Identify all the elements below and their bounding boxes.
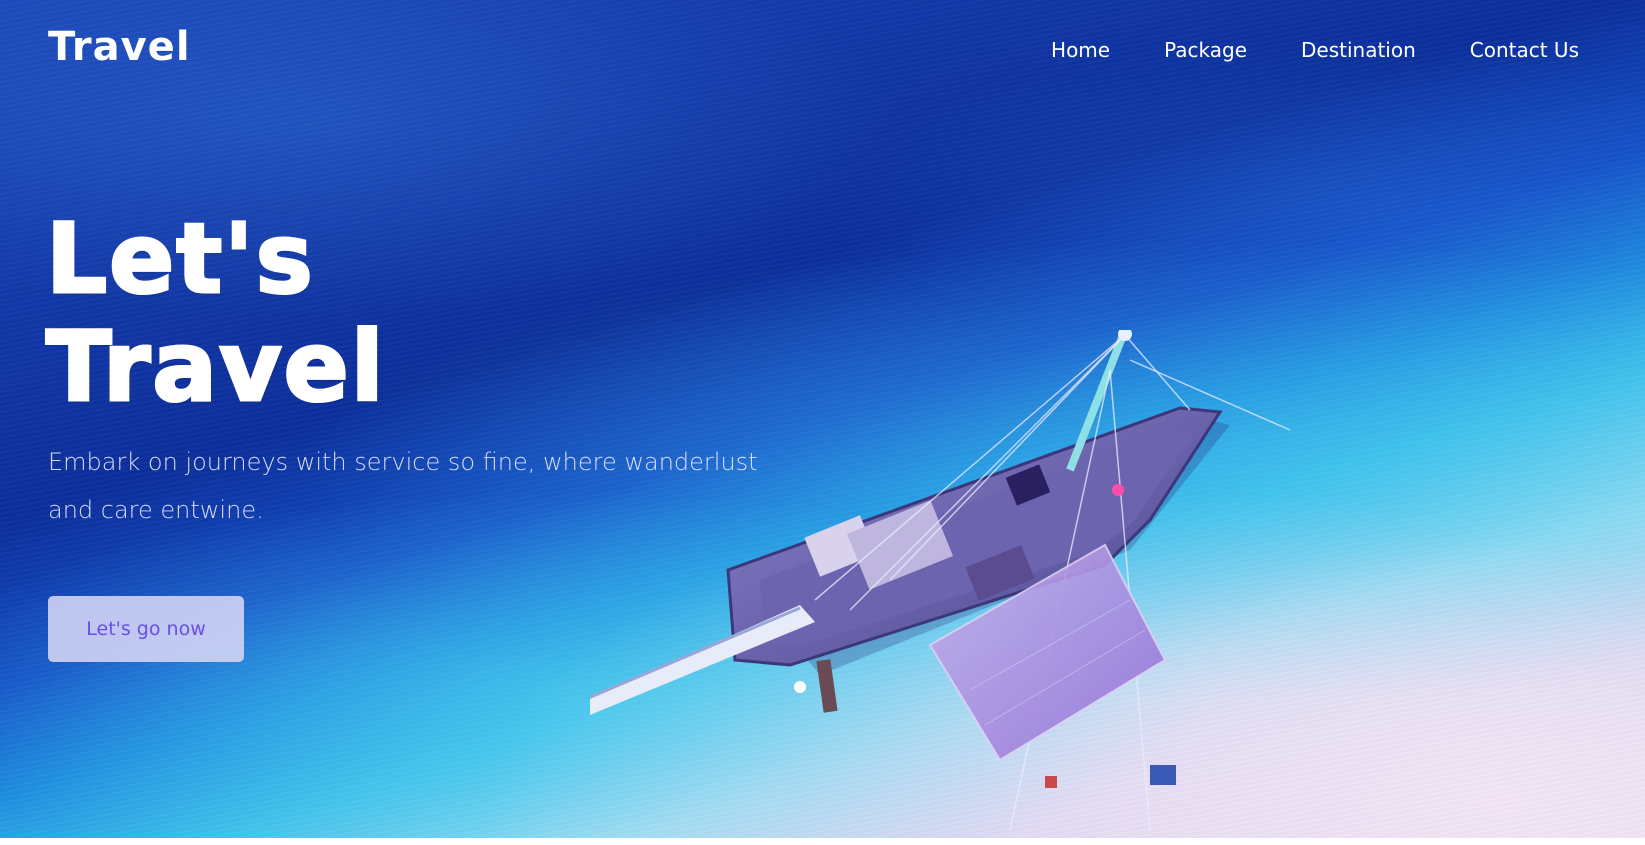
hero-tagline: Embark on journeys with service so fine,… — [48, 438, 808, 534]
lets-go-now-button[interactable]: Let's go now — [48, 596, 244, 662]
headline-line-2: Travel — [45, 311, 386, 423]
hero-headline: Let's Travel — [45, 203, 386, 423]
nav-item: Destination — [1301, 38, 1416, 62]
sailboat-image — [590, 330, 1291, 830]
tagline-line-2: and care entwine. — [48, 496, 264, 524]
brand-logo[interactable]: Travel — [48, 24, 191, 70]
hero-section: Travel Home Package Destination Contact … — [0, 0, 1645, 838]
nav-link-destination[interactable]: Destination — [1301, 38, 1416, 62]
nav-item: Home — [1051, 38, 1110, 62]
nav-link-contact-us[interactable]: Contact Us — [1470, 38, 1579, 62]
nav-item: Contact Us — [1470, 38, 1579, 62]
nav-item: Package — [1164, 38, 1247, 62]
nav-link-home[interactable]: Home — [1051, 38, 1110, 62]
headline-line-1: Let's — [45, 203, 315, 315]
nav-links: Home Package Destination Contact Us — [1051, 38, 1579, 62]
nav-link-package[interactable]: Package — [1164, 38, 1247, 62]
navbar: Travel Home Package Destination Contact … — [0, 0, 1645, 100]
tagline-line-1: Embark on journeys with service so fine,… — [48, 448, 758, 476]
